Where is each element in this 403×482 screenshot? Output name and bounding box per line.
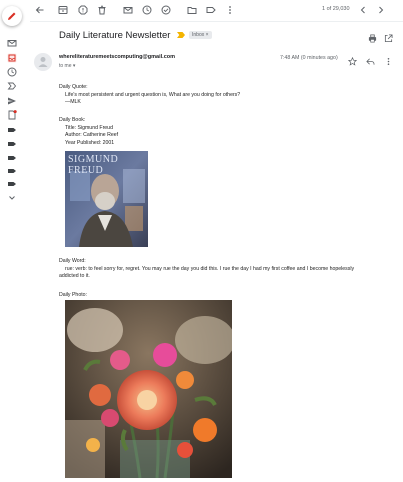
print-icon (368, 34, 377, 43)
book-author: Author: Catherine Reef (65, 132, 119, 139)
label-icon (206, 7, 216, 13)
sidebar-item-inbox[interactable] (7, 53, 17, 63)
word-definition-cont: addicted to it. (59, 273, 90, 280)
inbox-label-chip[interactable]: Inbox × (189, 31, 212, 39)
sidebar-item-snoozed[interactable] (7, 67, 17, 77)
label-icon (8, 156, 16, 160)
quote-text: Life's most persistent and urgent questi… (65, 91, 241, 98)
delete-button[interactable] (97, 5, 107, 15)
message-time: 7:48 AM (0 minutes ago) (280, 55, 338, 61)
sidebar-label-4[interactable] (7, 166, 17, 176)
draft-icon (8, 110, 17, 120)
person-icon (38, 57, 48, 67)
pager-text: 1 of 29,030 (322, 6, 350, 12)
sender-address[interactable]: whereliteraturemeetscomputing@gmail.com (59, 54, 175, 60)
recipient-details-toggle[interactable]: to me ▾ (59, 63, 75, 69)
flower-bouquet-photo (65, 300, 232, 478)
report-icon (78, 5, 88, 15)
quote-author: —MLK (65, 99, 81, 106)
left-rail (0, 0, 24, 482)
word-definition: rue: verb: to feel sorry for, regret. Yo… (65, 265, 355, 272)
clock-icon (7, 67, 17, 77)
book-cover-title: SIGMUND FREUD (68, 154, 119, 176)
label-icon (8, 142, 16, 146)
add-task-button[interactable] (161, 5, 171, 15)
word-heading: Daily Word: (59, 258, 86, 264)
label-icon (8, 169, 16, 173)
message-subject: Daily Literature Newsletter (59, 30, 171, 41)
quote-heading: Daily Quote: (59, 84, 88, 90)
more-actions-button[interactable] (225, 5, 235, 15)
message-toolbar: 1 of 29,030 (30, 0, 403, 20)
sidebar-item-mail[interactable] (7, 38, 17, 48)
star-button[interactable] (347, 53, 358, 66)
trash-icon (98, 5, 106, 15)
reply-button[interactable] (366, 53, 375, 65)
mark-unread-button[interactable] (123, 5, 133, 15)
label-icon (8, 182, 16, 186)
snooze-button[interactable] (142, 5, 152, 15)
book-cover-image[interactable]: SIGMUND FREUD (65, 151, 148, 247)
archive-button[interactable] (58, 5, 68, 15)
sidebar-label-2[interactable] (7, 139, 17, 149)
reply-icon (366, 58, 375, 65)
book-title: Title: Sigmund Freud (65, 124, 113, 131)
envelope-icon (7, 40, 17, 47)
older-button[interactable] (376, 5, 386, 15)
envelope-icon (123, 7, 133, 14)
add-task-icon (161, 5, 171, 15)
folder-icon (187, 7, 197, 14)
more-vert-icon (229, 6, 231, 14)
inbox-icon (7, 53, 17, 63)
labels-button[interactable] (206, 5, 216, 15)
open-new-window-button[interactable] (384, 30, 393, 43)
important-icon (7, 82, 17, 90)
more-vert-icon (387, 57, 390, 66)
back-button[interactable] (35, 5, 45, 15)
move-to-button[interactable] (187, 5, 197, 15)
important-marker-icon[interactable] (177, 32, 185, 38)
compose-button[interactable] (2, 6, 22, 26)
sidebar-label-1[interactable] (7, 125, 17, 135)
sidebar-label-3[interactable] (7, 153, 17, 163)
chevron-right-icon (379, 6, 384, 14)
book-year: Year Published: 2001 (65, 139, 115, 146)
label-icon (8, 128, 16, 132)
newer-button[interactable] (358, 5, 368, 15)
daily-photo-image[interactable] (65, 300, 232, 478)
clock-icon (142, 5, 152, 15)
toolbar-divider (30, 21, 403, 22)
sidebar-more[interactable] (7, 193, 17, 203)
report-spam-button[interactable] (78, 5, 88, 15)
open-in-new-icon (384, 34, 393, 43)
chevron-left-icon (360, 6, 365, 14)
photo-heading: Daily Photo: (59, 292, 87, 298)
print-button[interactable] (368, 30, 377, 43)
sidebar-item-sent[interactable] (7, 96, 17, 106)
sidebar-label-5[interactable] (7, 179, 17, 189)
chevron-down-icon (9, 196, 15, 200)
star-icon (347, 56, 358, 66)
message-more-button[interactable] (384, 53, 393, 66)
sidebar-item-drafts[interactable] (7, 110, 17, 120)
archive-icon (58, 6, 68, 14)
arrow-left-icon (35, 6, 44, 14)
sidebar-item-important[interactable] (7, 81, 17, 91)
sender-avatar[interactable] (34, 53, 52, 71)
send-icon (8, 97, 16, 105)
book-heading: Daily Book: (59, 117, 86, 123)
pencil-icon (8, 12, 16, 20)
